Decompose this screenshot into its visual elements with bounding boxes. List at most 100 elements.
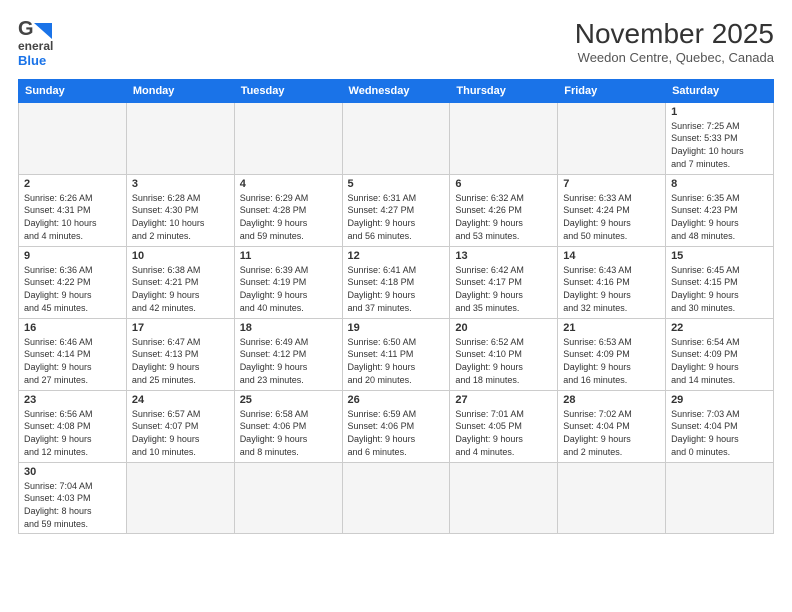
day-number: 19 [348, 322, 445, 334]
table-cell: 14Sunrise: 6:43 AM Sunset: 4:16 PM Dayli… [558, 246, 666, 318]
table-cell: 1Sunrise: 7:25 AM Sunset: 5:33 PM Daylig… [666, 102, 774, 174]
table-cell: 17 Sunrise: 6:47 AM Sunset: 4:13 PM Dayli… [126, 318, 234, 390]
logo-g: G [18, 18, 34, 41]
calendar-week-3: 9 Sunrise: 6:36 AM Sunset: 4:22 PM Daylig… [19, 246, 774, 318]
day-number: 26 [348, 394, 445, 406]
logo-blue-text: Blue [18, 54, 53, 69]
day-info: Sunrise: 6:28 AM Sunset: 4:30 PM Dayligh… [132, 192, 229, 242]
day-number: 29 [671, 394, 768, 406]
day-info: Sunrise: 6:57 AM Sunset: 4:07 PM Dayligh… [132, 408, 229, 458]
table-cell: 8 Sunrise: 6:35 AM Sunset: 4:23 PM Daylig… [666, 174, 774, 246]
day-info: Sunrise: 6:29 AM Sunset: 4:28 PM Dayligh… [240, 192, 337, 242]
logo: G eneral Blue [18, 18, 53, 69]
day-number: 7 [563, 178, 660, 190]
table-cell: 16 Sunrise: 6:46 AM Sunset: 4:14 PM Dayli… [19, 318, 127, 390]
day-info: Sunrise: 6:45 AM Sunset: 4:15 PM Dayligh… [671, 264, 768, 314]
table-cell: 10 Sunrise: 6:38 AM Sunset: 4:21 PM Dayli… [126, 246, 234, 318]
day-info: Sunrise: 6:47 AM Sunset: 4:13 PM Dayligh… [132, 336, 229, 386]
day-number: 23 [24, 394, 121, 406]
table-cell: 30 Sunrise: 7:04 AM Sunset: 4:03 PM Dayli… [19, 462, 127, 533]
day-info: Sunrise: 7:04 AM Sunset: 4:03 PM Dayligh… [24, 480, 121, 530]
table-cell: 15 Sunrise: 6:45 AM Sunset: 4:15 PM Dayli… [666, 246, 774, 318]
col-friday: Friday [558, 79, 666, 102]
day-number: 30 [24, 466, 121, 478]
day-info: Sunrise: 6:38 AM Sunset: 4:21 PM Dayligh… [132, 264, 229, 314]
table-cell: 26 Sunrise: 6:59 AM Sunset: 4:06 PM Dayli… [342, 390, 450, 462]
month-title: November 2025 [575, 18, 774, 50]
table-cell [558, 102, 666, 174]
table-cell: 18 Sunrise: 6:49 AM Sunset: 4:12 PM Dayli… [234, 318, 342, 390]
table-cell: 21Sunrise: 6:53 AM Sunset: 4:09 PM Dayli… [558, 318, 666, 390]
calendar-week-1: 1Sunrise: 7:25 AM Sunset: 5:33 PM Daylig… [19, 102, 774, 174]
calendar-week-6: 30 Sunrise: 7:04 AM Sunset: 4:03 PM Dayli… [19, 462, 774, 533]
calendar-header-row: Sunday Monday Tuesday Wednesday Thursday… [19, 79, 774, 102]
day-info: Sunrise: 6:26 AM Sunset: 4:31 PM Dayligh… [24, 192, 121, 242]
logo-triangle [34, 23, 52, 39]
table-cell: 19 Sunrise: 6:50 AM Sunset: 4:11 PM Dayli… [342, 318, 450, 390]
calendar-week-4: 16 Sunrise: 6:46 AM Sunset: 4:14 PM Dayli… [19, 318, 774, 390]
table-cell [126, 462, 234, 533]
day-number: 10 [132, 250, 229, 262]
day-info: Sunrise: 6:43 AM Sunset: 4:16 PM Dayligh… [563, 264, 660, 314]
col-monday: Monday [126, 79, 234, 102]
day-number: 6 [455, 178, 552, 190]
title-block: November 2025 Weedon Centre, Quebec, Can… [575, 18, 774, 65]
table-cell [450, 462, 558, 533]
day-number: 25 [240, 394, 337, 406]
day-number: 4 [240, 178, 337, 190]
table-cell [342, 102, 450, 174]
table-cell: 23Sunrise: 6:56 AM Sunset: 4:08 PM Dayli… [19, 390, 127, 462]
day-number: 16 [24, 322, 121, 334]
calendar-week-2: 2Sunrise: 6:26 AM Sunset: 4:31 PM Daylig… [19, 174, 774, 246]
day-info: Sunrise: 7:03 AM Sunset: 4:04 PM Dayligh… [671, 408, 768, 458]
day-number: 27 [455, 394, 552, 406]
day-info: Sunrise: 6:59 AM Sunset: 4:06 PM Dayligh… [348, 408, 445, 458]
day-info: Sunrise: 6:33 AM Sunset: 4:24 PM Dayligh… [563, 192, 660, 242]
table-cell: 20Sunrise: 6:52 AM Sunset: 4:10 PM Dayli… [450, 318, 558, 390]
table-cell [19, 102, 127, 174]
day-number: 11 [240, 250, 337, 262]
day-number: 5 [348, 178, 445, 190]
day-info: Sunrise: 6:49 AM Sunset: 4:12 PM Dayligh… [240, 336, 337, 386]
table-cell: 7 Sunrise: 6:33 AM Sunset: 4:24 PM Daylig… [558, 174, 666, 246]
day-info: Sunrise: 7:25 AM Sunset: 5:33 PM Dayligh… [671, 120, 768, 170]
day-info: Sunrise: 6:42 AM Sunset: 4:17 PM Dayligh… [455, 264, 552, 314]
col-thursday: Thursday [450, 79, 558, 102]
table-cell [234, 462, 342, 533]
col-wednesday: Wednesday [342, 79, 450, 102]
day-info: Sunrise: 6:35 AM Sunset: 4:23 PM Dayligh… [671, 192, 768, 242]
table-cell: 4 Sunrise: 6:29 AM Sunset: 4:28 PM Daylig… [234, 174, 342, 246]
table-cell [126, 102, 234, 174]
day-info: Sunrise: 6:36 AM Sunset: 4:22 PM Dayligh… [24, 264, 121, 314]
table-cell: 27Sunrise: 7:01 AM Sunset: 4:05 PM Dayli… [450, 390, 558, 462]
table-cell: 22 Sunrise: 6:54 AM Sunset: 4:09 PM Dayli… [666, 318, 774, 390]
day-number: 8 [671, 178, 768, 190]
day-number: 24 [132, 394, 229, 406]
day-number: 13 [455, 250, 552, 262]
day-info: Sunrise: 6:50 AM Sunset: 4:11 PM Dayligh… [348, 336, 445, 386]
day-info: Sunrise: 6:39 AM Sunset: 4:19 PM Dayligh… [240, 264, 337, 314]
day-info: Sunrise: 6:54 AM Sunset: 4:09 PM Dayligh… [671, 336, 768, 386]
table-cell: 12Sunrise: 6:41 AM Sunset: 4:18 PM Dayli… [342, 246, 450, 318]
day-info: Sunrise: 6:58 AM Sunset: 4:06 PM Dayligh… [240, 408, 337, 458]
day-number: 9 [24, 250, 121, 262]
table-cell [450, 102, 558, 174]
day-number: 28 [563, 394, 660, 406]
day-info: Sunrise: 6:46 AM Sunset: 4:14 PM Dayligh… [24, 336, 121, 386]
day-number: 15 [671, 250, 768, 262]
col-saturday: Saturday [666, 79, 774, 102]
table-cell [234, 102, 342, 174]
day-info: Sunrise: 6:32 AM Sunset: 4:26 PM Dayligh… [455, 192, 552, 242]
table-cell [558, 462, 666, 533]
table-cell: 29 Sunrise: 7:03 AM Sunset: 4:04 PM Dayli… [666, 390, 774, 462]
col-tuesday: Tuesday [234, 79, 342, 102]
day-number: 17 [132, 322, 229, 334]
day-number: 12 [348, 250, 445, 262]
day-info: Sunrise: 6:31 AM Sunset: 4:27 PM Dayligh… [348, 192, 445, 242]
table-cell: 25 Sunrise: 6:58 AM Sunset: 4:06 PM Dayli… [234, 390, 342, 462]
day-number: 18 [240, 322, 337, 334]
location-subtitle: Weedon Centre, Quebec, Canada [575, 50, 774, 65]
calendar-page: G eneral Blue November 2025 Weedon Centr… [0, 0, 792, 612]
day-info: Sunrise: 7:02 AM Sunset: 4:04 PM Dayligh… [563, 408, 660, 458]
day-number: 22 [671, 322, 768, 334]
